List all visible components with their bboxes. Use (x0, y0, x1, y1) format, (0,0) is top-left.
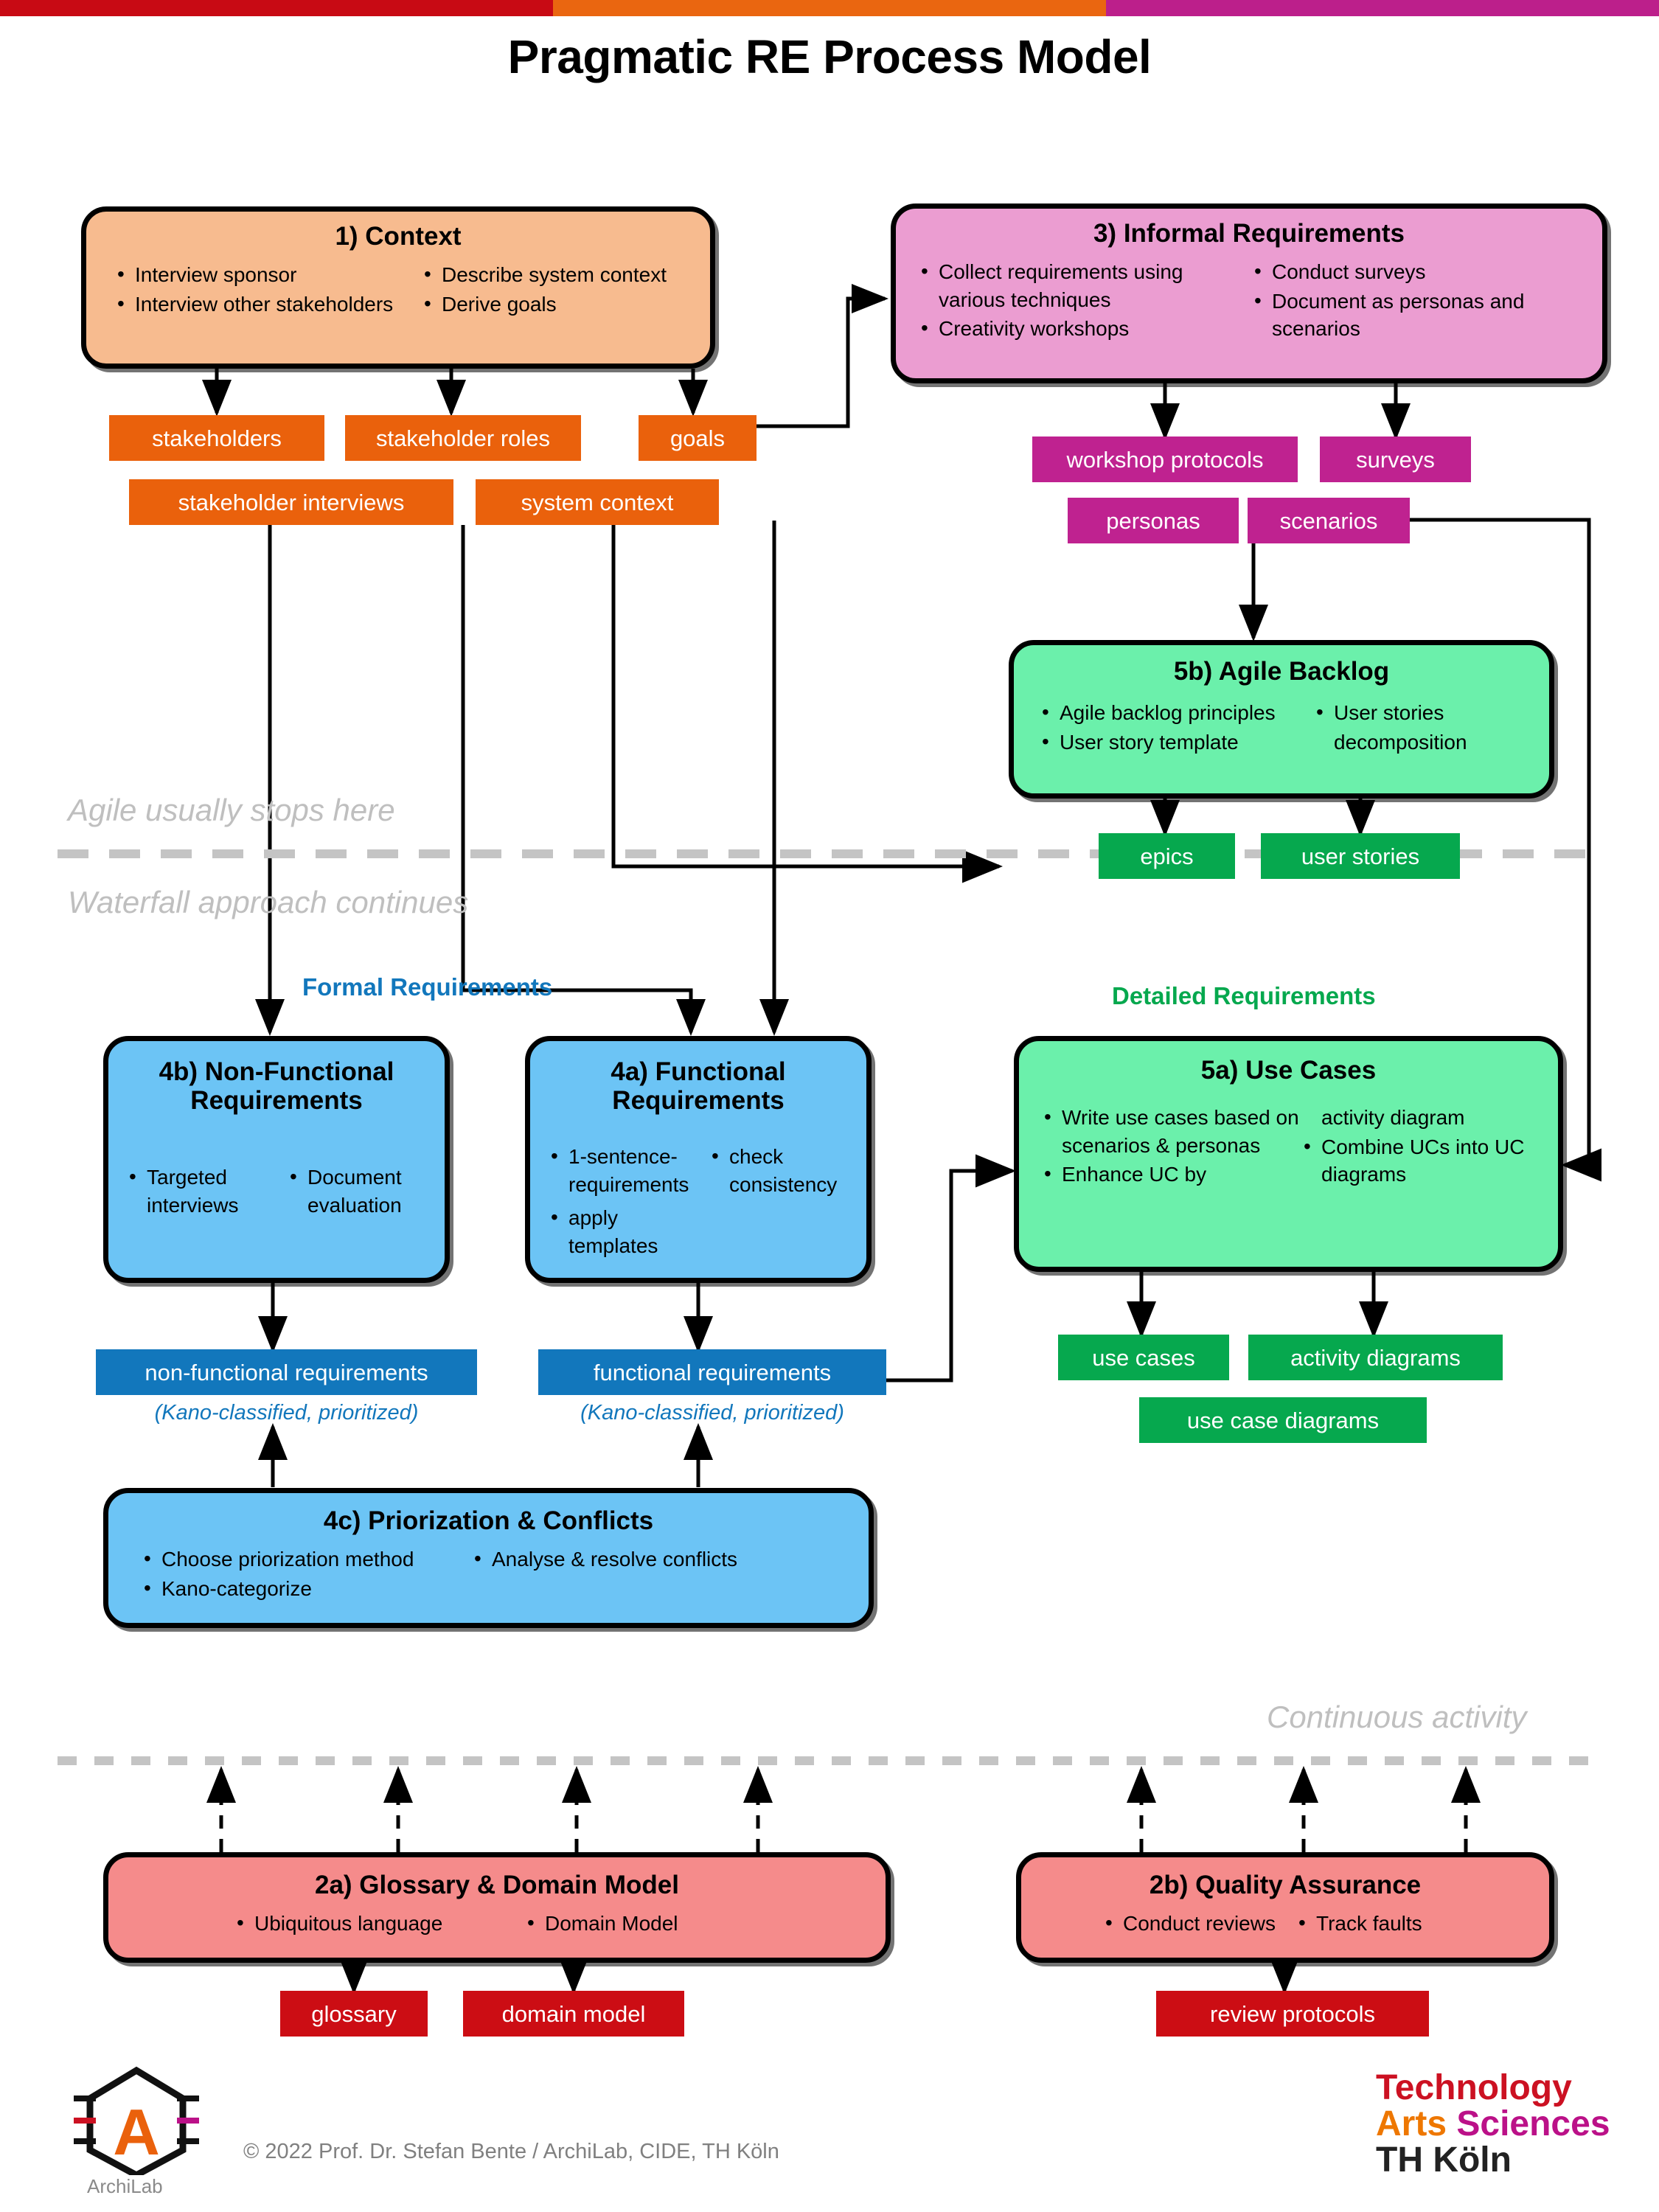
bullet: User stories (1312, 698, 1549, 727)
activity-use-cases[interactable]: 5a) Use Cases Write use cases based on s… (1014, 1036, 1563, 1272)
activity-title: 5b) Agile Backlog (1173, 657, 1390, 686)
bullet: Collect requirements using various techn… (917, 257, 1242, 313)
bullet: Describe system context (420, 260, 710, 289)
nfr-kano-sublabel: (Kano-classified, prioritized) (154, 1401, 419, 1425)
caption-formal-requirements: Formal Requirements (302, 973, 553, 1001)
artifact-system-context[interactable]: system context (476, 479, 719, 525)
artifact-workshop-protocols[interactable]: workshop protocols (1032, 437, 1298, 482)
artifact-epics[interactable]: epics (1099, 833, 1235, 879)
artifact-domain-model[interactable]: domain model (463, 1991, 684, 2037)
page-title: Pragmatic RE Process Model (507, 30, 1152, 83)
artifact-goals[interactable]: goals (639, 415, 757, 461)
activity-priorization-conflicts[interactable]: 4c) Priorization & Conflicts Choose prio… (103, 1488, 874, 1628)
brand-bar-red (0, 0, 553, 16)
bullet: Enhance UC by (1040, 1160, 1299, 1189)
bullet: Derive goals (420, 290, 710, 319)
artifact-surveys[interactable]: surveys (1320, 437, 1471, 482)
activity-title: 4c) Priorization & Conflicts (323, 1506, 654, 1535)
activity-title: 2b) Quality Assurance (1149, 1871, 1422, 1899)
bullet: Analyse & resolve conflicts (470, 1545, 869, 1573)
bullet: Interview other stakeholders (113, 290, 403, 319)
artifact-personas[interactable]: personas (1068, 498, 1239, 543)
copyright-notice: © 2022 Prof. Dr. Stefan Bente / ArchiLab… (243, 2140, 779, 2163)
archilab-wordmark: ArchiLab (87, 2175, 163, 2197)
annotation-waterfall-continues: Waterfall approach continues (68, 885, 469, 919)
activity-title: 3) Informal Requirements (1093, 219, 1405, 248)
bullet: Write use cases based on scenarios & per… (1040, 1103, 1299, 1159)
artifact-review-protocols[interactable]: review protocols (1156, 1991, 1429, 2037)
bullet: Choose priorization method (139, 1545, 470, 1573)
thk-arts: Arts (1376, 2104, 1457, 2143)
fr-kano-sublabel: (Kano-classified, prioritized) (580, 1401, 844, 1425)
diagram-canvas: Pragmatic RE Process Model 1) Context • … (0, 0, 1659, 2212)
bullet-continuation: decomposition (1334, 730, 1467, 754)
activity-context[interactable]: 1) Context Interview sponsor Interview o… (81, 206, 715, 369)
activity-functional-requirements[interactable]: 4a) Functional Requirements 1-sentence-r… (525, 1036, 872, 1283)
bullet: 1-sentence-requirements (546, 1142, 706, 1198)
thk-line-th-koeln: TH Köln (1376, 2140, 1512, 2180)
bullet: apply templates (546, 1203, 706, 1259)
bullet-continuation: activity diagram (1321, 1106, 1465, 1130)
annotation-agile-stops-here: Agile usually stops here (68, 793, 395, 827)
thk-sciences: Sciences (1456, 2104, 1610, 2143)
annotation-continuous-activity: Continuous activity (1267, 1700, 1527, 1734)
artifact-stakeholders[interactable]: stakeholders (109, 415, 324, 461)
bullet: Targeted interviews (125, 1163, 284, 1219)
bullet: User story template (1037, 728, 1309, 757)
thk-line-arts-sciences: Arts Sciences (1376, 2104, 1610, 2143)
activity-title: 5a) Use Cases (1200, 1056, 1377, 1085)
artifact-user-stories[interactable]: user stories (1261, 833, 1460, 879)
activity-quality-assurance[interactable]: 2b) Quality Assurance Conduct reviews Tr… (1016, 1852, 1554, 1963)
activity-non-functional-requirements[interactable]: 4b) Non-Functional Requirements Targeted… (103, 1036, 450, 1283)
activity-agile-backlog[interactable]: 5b) Agile Backlog Agile backlog principl… (1009, 640, 1554, 799)
activity-title: 2a) Glossary & Domain Model (314, 1871, 680, 1899)
brand-bar-orange (553, 0, 1106, 16)
artifact-stakeholder-roles[interactable]: stakeholder roles (345, 415, 581, 461)
bullet: Agile backlog principles (1037, 698, 1309, 727)
artifact-non-functional-requirements[interactable]: non-functional requirements (96, 1349, 477, 1395)
bullet: Creativity workshops (917, 314, 1242, 343)
bullet: Domain Model (523, 1909, 886, 1938)
archilab-letter-a: A (113, 2096, 160, 2168)
artifact-functional-requirements[interactable]: functional requirements (538, 1349, 886, 1395)
bullet: Interview sponsor (113, 260, 403, 289)
bullet: Ubiquitous language (232, 1909, 470, 1938)
bullet: Document as personas and scenarios (1250, 287, 1602, 343)
archilab-logo: A (74, 2066, 199, 2175)
artifact-use-case-diagrams[interactable]: use case diagrams (1139, 1397, 1427, 1443)
artifact-activity-diagrams[interactable]: activity diagrams (1248, 1335, 1503, 1380)
artifact-use-cases[interactable]: use cases (1058, 1335, 1229, 1380)
bullet: Document evaluation (285, 1163, 445, 1219)
caption-detailed-requirements: Detailed Requirements (1112, 982, 1376, 1009)
activity-informal-requirements[interactable]: 3) Informal Requirements Collect require… (891, 204, 1607, 383)
brand-bar-magenta (1106, 0, 1659, 16)
th-koeln-logo: Technology Arts Sciences TH Köln (1376, 2070, 1610, 2179)
bullet: Conduct surveys (1250, 257, 1602, 286)
bullet: Combine UCs into UC diagrams (1299, 1133, 1558, 1189)
activity-glossary-domain-model[interactable]: 2a) Glossary & Domain Model Ubiquitous l… (103, 1852, 891, 1963)
brand-color-bar (0, 0, 1659, 16)
artifact-stakeholder-interviews[interactable]: stakeholder interviews (129, 479, 453, 525)
activity-title: 1) Context (335, 222, 462, 251)
bullet: Conduct reviews (1101, 1909, 1287, 1938)
bullet: Kano-categorize (139, 1574, 470, 1603)
thk-line-technology: Technology (1376, 2068, 1572, 2107)
bullet: check consistency (707, 1142, 866, 1198)
artifact-scenarios[interactable]: scenarios (1248, 498, 1410, 543)
bullet: Track faults (1294, 1909, 1549, 1938)
artifact-glossary[interactable]: glossary (280, 1991, 428, 2037)
activity-title: 4a) Functional Requirements (611, 1057, 786, 1116)
activity-title: 4b) Non-Functional Requirements (159, 1057, 394, 1116)
